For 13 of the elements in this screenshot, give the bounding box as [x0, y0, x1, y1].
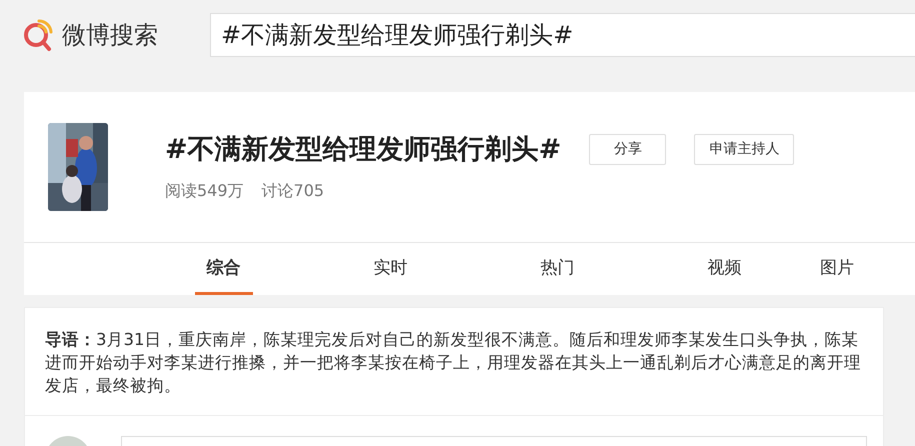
tab[interactable]: 实时: [362, 243, 420, 295]
search-field[interactable]: #不满新发型给理发师强行剃头#: [210, 13, 915, 57]
tab[interactable]: 热门: [528, 243, 586, 295]
share-button[interactable]: 分享: [589, 134, 666, 164]
topic-title: #不满新发型给理发师强行剃头#: [165, 133, 562, 167]
tab[interactable]: 视频: [696, 243, 754, 295]
logo-text: 微博搜索: [62, 20, 158, 51]
intro-paragraph: 导语：3月31日，重庆南岸，陈某理完发后对自己的新发型很不满意。随后和理发师李某发生口头争执，陈某进而开始动手对李某进行推搡，并一把将李某按在椅子上，用理发器在其头上一通乱剃后才心满意足的离开理发店，最终被拘。: [25, 308, 883, 416]
apply-host-button[interactable]: 申请主持人: [694, 134, 794, 164]
topic-stat: 讨论705: [262, 181, 324, 202]
tab[interactable]: 综合: [194, 243, 252, 295]
topic-stat: 阅读549万: [165, 181, 244, 202]
tab[interactable]: 图片: [808, 243, 866, 295]
